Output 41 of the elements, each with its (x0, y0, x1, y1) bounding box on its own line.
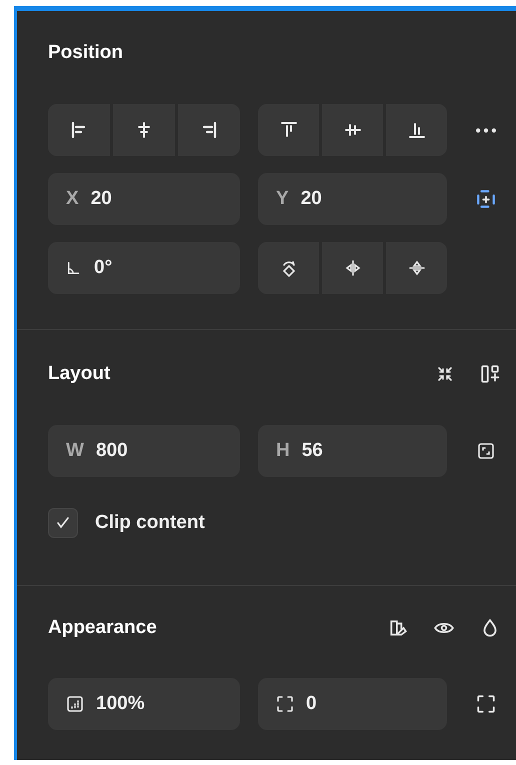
align-horizontal-center-icon (135, 121, 153, 139)
checkbox[interactable] (48, 508, 78, 538)
independent-corners-icon (476, 694, 496, 714)
layout-add-icon (480, 364, 500, 384)
field-value: 20 (300, 188, 322, 210)
align-bottom-icon (408, 121, 426, 139)
opacity-icon (66, 695, 84, 713)
checkbox-label: Clip content (95, 512, 205, 534)
constraints-icon (476, 189, 496, 209)
input-field[interactable]: X 20 (48, 173, 240, 225)
field-label: Y (276, 188, 289, 210)
input-field[interactable]: 0 (258, 678, 447, 730)
field-label: H (276, 440, 290, 462)
collapse-icon (436, 365, 454, 383)
field-label: W (66, 440, 84, 462)
input-field[interactable]: 100% (48, 678, 240, 730)
field-value: 0° (94, 257, 112, 279)
field-value: 20 (90, 188, 112, 210)
more-icon (476, 128, 496, 132)
input-field[interactable]: H 56 (258, 425, 447, 477)
style-icon (388, 618, 408, 638)
flip-vertical-icon (408, 259, 426, 277)
field-label: X (66, 188, 79, 210)
angle-icon (66, 260, 82, 276)
input-field[interactable]: 0° (48, 242, 240, 294)
align-left-icon (70, 121, 88, 139)
input-field[interactable]: W 800 (48, 425, 240, 477)
section-title: Position (48, 42, 124, 64)
align-top-icon (280, 121, 298, 139)
input-field[interactable]: Y 20 (258, 173, 447, 225)
corner-radius-icon (276, 695, 294, 713)
field-value: 100% (96, 693, 145, 715)
section-title: Appearance (48, 617, 158, 639)
align-vertical-center-icon (344, 121, 362, 139)
flip-horizontal-icon (344, 259, 362, 277)
align-right-icon (200, 121, 218, 139)
field-value: 56 (302, 440, 323, 462)
field-value: 800 (96, 440, 128, 462)
section-title: Layout (48, 363, 112, 385)
resize-icon (476, 442, 494, 460)
field-value: 0 (306, 693, 317, 715)
